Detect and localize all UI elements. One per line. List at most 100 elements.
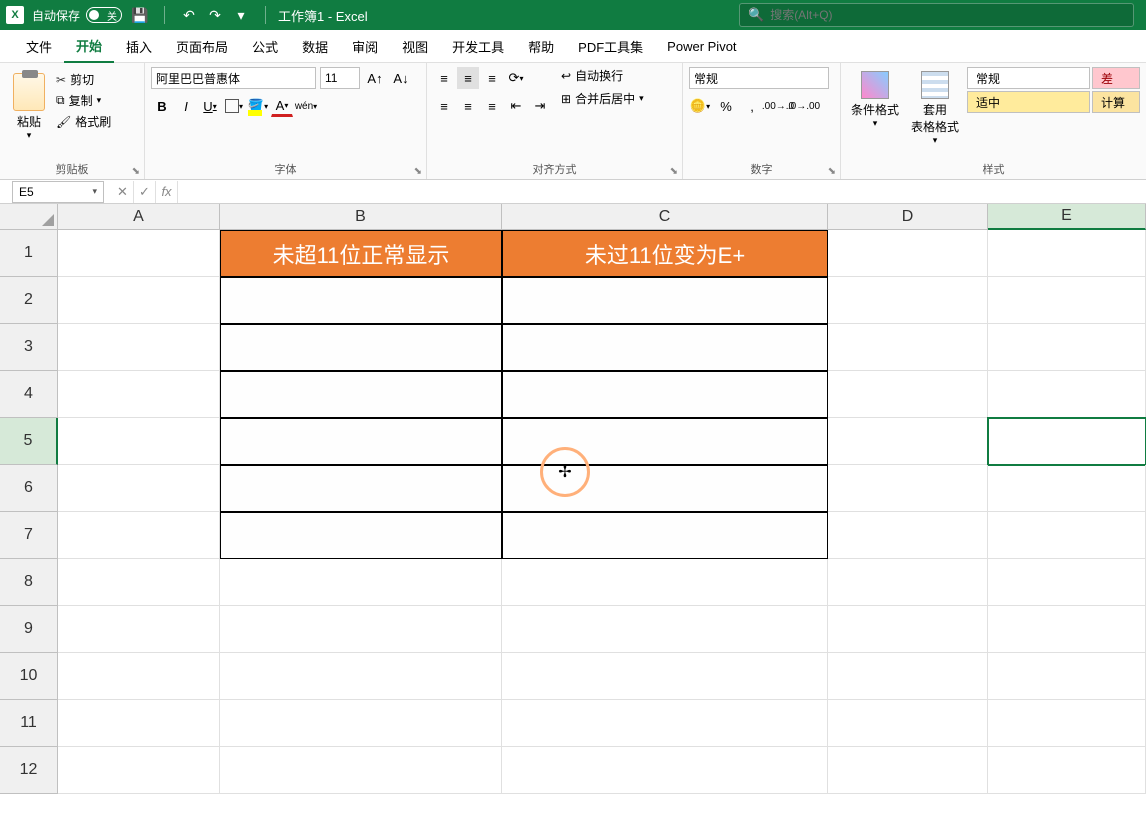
merge-center-button[interactable]: ⊞合并后居中▾ <box>561 90 644 107</box>
cell-E3[interactable] <box>988 324 1146 371</box>
cell-C9[interactable] <box>502 606 828 653</box>
row-header-12[interactable]: 12 <box>0 747 58 794</box>
cell-E1[interactable] <box>988 230 1146 277</box>
col-header-a[interactable]: A <box>58 204 220 230</box>
cell-C1[interactable]: 未过11位变为E+ <box>502 230 828 277</box>
align-top-icon[interactable]: ≡ <box>433 67 455 89</box>
cell-B8[interactable] <box>220 559 502 606</box>
dialog-launcher-icon[interactable]: ⬊ <box>132 166 140 177</box>
toggle-switch[interactable]: 关 <box>86 7 122 23</box>
cell-C11[interactable] <box>502 700 828 747</box>
underline-button[interactable]: U▾ <box>199 95 221 117</box>
cell-E6[interactable] <box>988 465 1146 512</box>
row-header-6[interactable]: 6 <box>0 465 58 512</box>
cell-D11[interactable] <box>828 700 988 747</box>
row-header-10[interactable]: 10 <box>0 653 58 700</box>
tab-data[interactable]: 数据 <box>290 30 340 63</box>
cell-A12[interactable] <box>58 747 220 794</box>
cell-D12[interactable] <box>828 747 988 794</box>
cell-E5[interactable] <box>988 418 1146 465</box>
bold-button[interactable]: B <box>151 95 173 117</box>
fill-color-button[interactable]: 🪣▾ <box>247 95 269 117</box>
row-header-1[interactable]: 1 <box>0 230 58 277</box>
cell-C4[interactable] <box>502 371 828 418</box>
cell-D1[interactable] <box>828 230 988 277</box>
name-box[interactable]: E5 ▾ <box>12 181 104 203</box>
select-all-corner[interactable] <box>0 204 58 230</box>
format-as-table-button[interactable]: 套用 表格格式 ▾ <box>907 67 963 161</box>
italic-button[interactable]: I <box>175 95 197 117</box>
autosave-toggle[interactable]: 自动保存 关 <box>32 7 122 24</box>
cell-D9[interactable] <box>828 606 988 653</box>
cell-C5[interactable] <box>502 418 828 465</box>
cancel-formula-icon[interactable]: ✕ <box>112 181 134 203</box>
cell-A5[interactable] <box>58 418 220 465</box>
row-header-8[interactable]: 8 <box>0 559 58 606</box>
comma-format-icon[interactable]: , <box>741 95 763 117</box>
dialog-launcher-icon[interactable]: ⬊ <box>670 166 678 177</box>
tab-review[interactable]: 审阅 <box>340 30 390 63</box>
cell-D5[interactable] <box>828 418 988 465</box>
cell-A9[interactable] <box>58 606 220 653</box>
cell-C3[interactable] <box>502 324 828 371</box>
cell-E2[interactable] <box>988 277 1146 324</box>
cell-D6[interactable] <box>828 465 988 512</box>
cell-E9[interactable] <box>988 606 1146 653</box>
cell-E11[interactable] <box>988 700 1146 747</box>
cell-C2[interactable] <box>502 277 828 324</box>
conditional-format-button[interactable]: 条件格式 ▾ <box>847 67 903 161</box>
cell-B11[interactable] <box>220 700 502 747</box>
cell-E7[interactable] <box>988 512 1146 559</box>
increase-indent-icon[interactable]: ⇥ <box>529 95 551 117</box>
cell-C10[interactable] <box>502 653 828 700</box>
copy-button[interactable]: ⧉复制▾ <box>56 92 111 109</box>
chevron-down-icon[interactable]: ▾ <box>27 130 32 141</box>
font-size-select[interactable] <box>320 67 360 89</box>
tab-file[interactable]: 文件 <box>14 30 64 63</box>
wrap-text-button[interactable]: ↩自动换行 <box>561 67 644 84</box>
row-header-11[interactable]: 11 <box>0 700 58 747</box>
cell-D3[interactable] <box>828 324 988 371</box>
cell-styles-gallery[interactable]: 常规 差 适中 计算 <box>967 67 1140 161</box>
save-icon[interactable]: 💾 <box>132 7 148 23</box>
cell-C12[interactable] <box>502 747 828 794</box>
cell-E8[interactable] <box>988 559 1146 606</box>
cell-B4[interactable] <box>220 371 502 418</box>
col-header-b[interactable]: B <box>220 204 502 230</box>
cell-C6[interactable] <box>502 465 828 512</box>
phonetic-button[interactable]: wén▾ <box>295 95 317 117</box>
col-header-c[interactable]: C <box>502 204 828 230</box>
cell-B1[interactable]: 未超11位正常显示 <box>220 230 502 277</box>
cell-style-good[interactable]: 适中 <box>967 91 1090 113</box>
cell-style-calc[interactable]: 计算 <box>1092 91 1140 113</box>
cell-B10[interactable] <box>220 653 502 700</box>
cell-B12[interactable] <box>220 747 502 794</box>
cell-B5[interactable] <box>220 418 502 465</box>
cut-button[interactable]: ✂剪切 <box>56 71 111 88</box>
row-header-7[interactable]: 7 <box>0 512 58 559</box>
cell-A11[interactable] <box>58 700 220 747</box>
insert-function-icon[interactable]: fx <box>156 181 178 203</box>
tab-formulas[interactable]: 公式 <box>240 30 290 63</box>
cell-A8[interactable] <box>58 559 220 606</box>
tab-pagelayout[interactable]: 页面布局 <box>164 30 240 63</box>
cell-A2[interactable] <box>58 277 220 324</box>
tab-pdftools[interactable]: PDF工具集 <box>566 30 655 63</box>
decrease-indent-icon[interactable]: ⇤ <box>505 95 527 117</box>
decrease-decimal-icon[interactable]: .0→.00 <box>793 95 815 117</box>
cell-D8[interactable] <box>828 559 988 606</box>
chevron-down-icon[interactable]: ▾ <box>92 186 97 197</box>
increase-decimal-icon[interactable]: .00→.0 <box>767 95 789 117</box>
redo-icon[interactable]: ↷ <box>207 7 223 23</box>
cell-A1[interactable] <box>58 230 220 277</box>
formula-input[interactable] <box>178 181 1146 203</box>
font-family-select[interactable] <box>151 67 316 89</box>
col-header-e[interactable]: E <box>988 204 1146 230</box>
align-left-icon[interactable]: ≡ <box>433 95 455 117</box>
cell-A7[interactable] <box>58 512 220 559</box>
paste-button[interactable]: 粘贴 ▾ <box>6 67 52 141</box>
cell-A10[interactable] <box>58 653 220 700</box>
number-format-select[interactable] <box>689 67 829 89</box>
cell-D4[interactable] <box>828 371 988 418</box>
align-right-icon[interactable]: ≡ <box>481 95 503 117</box>
